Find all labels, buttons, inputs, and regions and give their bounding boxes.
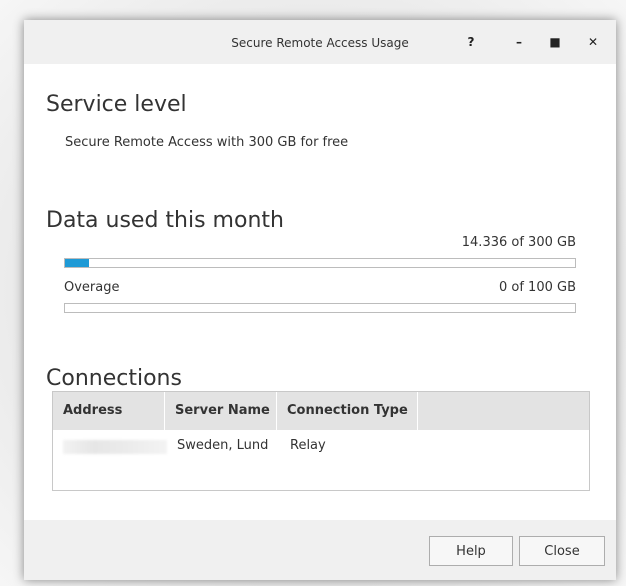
server-name-cell: Sweden, Lund <box>177 438 269 453</box>
footer-bar: Help Close <box>24 520 616 580</box>
close-button[interactable]: Close <box>519 536 605 566</box>
connection-type-cell: Relay <box>290 438 326 453</box>
minimize-icon[interactable]: – <box>504 30 534 54</box>
column-header-address[interactable]: Address <box>53 392 165 430</box>
close-icon[interactable]: ✕ <box>578 30 608 54</box>
table-header: Address Server Name Connection Type <box>53 392 589 430</box>
connections-heading: Connections <box>46 366 182 391</box>
data-used-progress-fill <box>65 259 90 267</box>
data-used-value: 14.336 of 300 GB <box>461 235 576 250</box>
column-header-connection-type[interactable]: Connection Type <box>277 392 418 430</box>
connections-table: Address Server Name Connection Type Swed… <box>52 391 590 491</box>
data-used-progress-bar <box>64 258 576 268</box>
service-description: Secure Remote Access with 300 GB for fre… <box>65 135 349 150</box>
help-button[interactable]: Help <box>429 536 513 566</box>
address-cell-redacted <box>63 440 167 454</box>
overage-progress-bar <box>64 303 576 313</box>
column-header-server-name[interactable]: Server Name <box>165 392 277 430</box>
data-used-heading: Data used this month <box>46 208 284 233</box>
title-bar[interactable]: Secure Remote Access Usage ? – ■ ✕ <box>24 20 616 64</box>
maximize-icon[interactable]: ■ <box>540 30 570 54</box>
help-icon[interactable]: ? <box>456 30 486 54</box>
dialog-window: Secure Remote Access Usage ? – ■ ✕ Servi… <box>24 20 616 580</box>
overage-label: Overage <box>64 280 120 295</box>
service-level-heading: Service level <box>46 92 187 117</box>
overage-value: 0 of 100 GB <box>498 280 576 295</box>
